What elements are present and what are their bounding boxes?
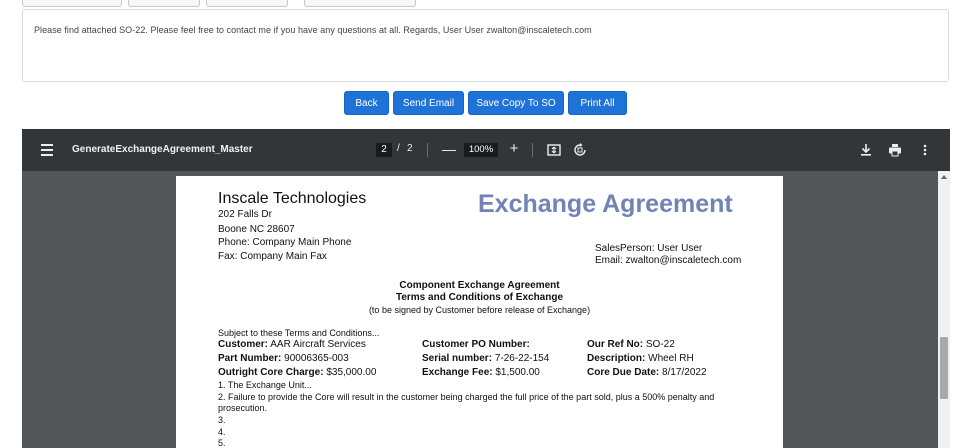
- exchange-fee-field: Exchange Fee: $1,500.00: [422, 367, 540, 378]
- customer-value: AAR Aircraft Services: [270, 339, 366, 350]
- print-all-button[interactable]: Print All: [568, 91, 627, 115]
- toolbar-segment: [206, 0, 288, 7]
- total-pages: 2: [407, 143, 413, 154]
- agreement-note: (to be signed by Customer before release…: [368, 305, 591, 315]
- core-due-date-field: Core Due Date: 8/17/2022: [587, 367, 707, 378]
- term-3: 3.: [218, 415, 226, 425]
- agreement-subtitle: Terms and Conditions of Exchange: [395, 292, 564, 303]
- more-vert-icon[interactable]: [918, 143, 932, 157]
- our-ref-field: Our Ref No: SO-22: [587, 339, 675, 350]
- toolbar-segment: [128, 0, 200, 7]
- pdf-scrollbar[interactable]: [938, 171, 950, 448]
- agreement-title: Component Exchange Agreement: [399, 280, 560, 291]
- customer-field: Customer: AAR Aircraft Services: [218, 339, 366, 350]
- company-address-line1: 202 Falls Dr: [218, 209, 272, 220]
- zoom-in-button[interactable]: +: [508, 141, 520, 156]
- description-label: Description:: [587, 353, 646, 364]
- term-2: 2. Failure to provide the Core will resu…: [218, 392, 715, 402]
- zoom-out-button[interactable]: —: [442, 142, 456, 156]
- core-due-date-label: Core Due Date:: [587, 367, 660, 378]
- scroll-up-arrow-icon[interactable]: [941, 175, 947, 179]
- salesperson-email: Email: zwalton@inscaletech.com: [595, 255, 742, 266]
- page-separator: /: [397, 143, 400, 154]
- terms-intro: Subject to these Terms and Conditions...: [218, 328, 380, 338]
- serial-number-field: Serial number: 7-26-22-154: [422, 353, 549, 364]
- save-copy-to-so-button[interactable]: Save Copy To SO: [468, 91, 564, 115]
- document-heading: Exchange Agreement: [478, 190, 733, 218]
- zoom-level-input[interactable]: 100%: [464, 143, 498, 157]
- rotate-icon[interactable]: [573, 143, 587, 157]
- company-name: Inscale Technologies: [218, 190, 367, 207]
- back-button[interactable]: Back: [344, 91, 389, 115]
- company-phone: Phone: Company Main Phone: [218, 237, 352, 248]
- toolbar-divider: [427, 143, 428, 157]
- salesperson: SalesPerson: User User: [595, 243, 703, 254]
- term-5: 5.: [218, 438, 226, 448]
- exchange-fee-value: $1,500.00: [495, 367, 540, 378]
- serial-number-value: 7-26-22-154: [494, 353, 550, 364]
- term-1: 1. The Exchange Unit...: [218, 380, 312, 390]
- our-ref-label: Our Ref No:: [587, 339, 644, 350]
- description-field: Description: Wheel RH: [587, 353, 694, 364]
- customer-po-field: Customer PO Number:: [422, 339, 530, 350]
- part-number-value: 90006365-003: [284, 353, 349, 364]
- page-number-input[interactable]: 2: [376, 143, 392, 157]
- company-address-line2: Boone NC 28607: [218, 224, 295, 235]
- toolbar-segment: [22, 0, 122, 7]
- send-email-button[interactable]: Send Email: [393, 91, 464, 115]
- email-message-body[interactable]: Please find attached SO-22. Please feel …: [22, 9, 949, 82]
- top-toolbar-remnant: [22, 0, 949, 8]
- pdf-toolbar: GenerateExchangeAgreement_Master 2 / 2 —…: [22, 129, 950, 171]
- core-due-date-value: 8/17/2022: [662, 367, 707, 378]
- download-icon[interactable]: [859, 143, 873, 157]
- term-2-continued: prosecution.: [218, 403, 268, 413]
- exchange-fee-label: Exchange Fee:: [422, 367, 493, 378]
- company-fax: Fax: Company Main Fax: [218, 251, 327, 262]
- description-value: Wheel RH: [648, 353, 694, 364]
- core-charge-field: Outright Core Charge: $35,000.00: [218, 367, 376, 378]
- message-text: Please find attached SO-22. Please feel …: [34, 25, 592, 35]
- toolbar-divider: [532, 143, 533, 157]
- customer-label: Customer:: [218, 339, 269, 350]
- our-ref-value: SO-22: [645, 339, 675, 350]
- core-charge-value: $35,000.00: [326, 367, 377, 378]
- menu-icon[interactable]: [41, 144, 53, 156]
- scrollbar-thumb[interactable]: [940, 337, 948, 399]
- pdf-viewer: GenerateExchangeAgreement_Master 2 / 2 —…: [22, 129, 950, 448]
- print-icon[interactable]: [888, 143, 902, 157]
- part-number-field: Part Number: 90006365-003: [218, 353, 349, 364]
- term-4: 4.: [218, 427, 226, 437]
- document-title: GenerateExchangeAgreement_Master: [72, 144, 253, 155]
- action-buttons: Back Send Email Save Copy To SO Print Al…: [0, 91, 975, 115]
- fit-page-icon[interactable]: [547, 143, 561, 157]
- core-charge-label: Outright Core Charge:: [218, 367, 324, 378]
- serial-number-label: Serial number:: [422, 353, 493, 364]
- part-number-label: Part Number:: [218, 353, 282, 364]
- pdf-page: Inscale Technologies 202 Falls Dr Boone …: [176, 176, 783, 448]
- toolbar-segment: [304, 0, 416, 7]
- customer-po-label: Customer PO Number:: [422, 339, 530, 350]
